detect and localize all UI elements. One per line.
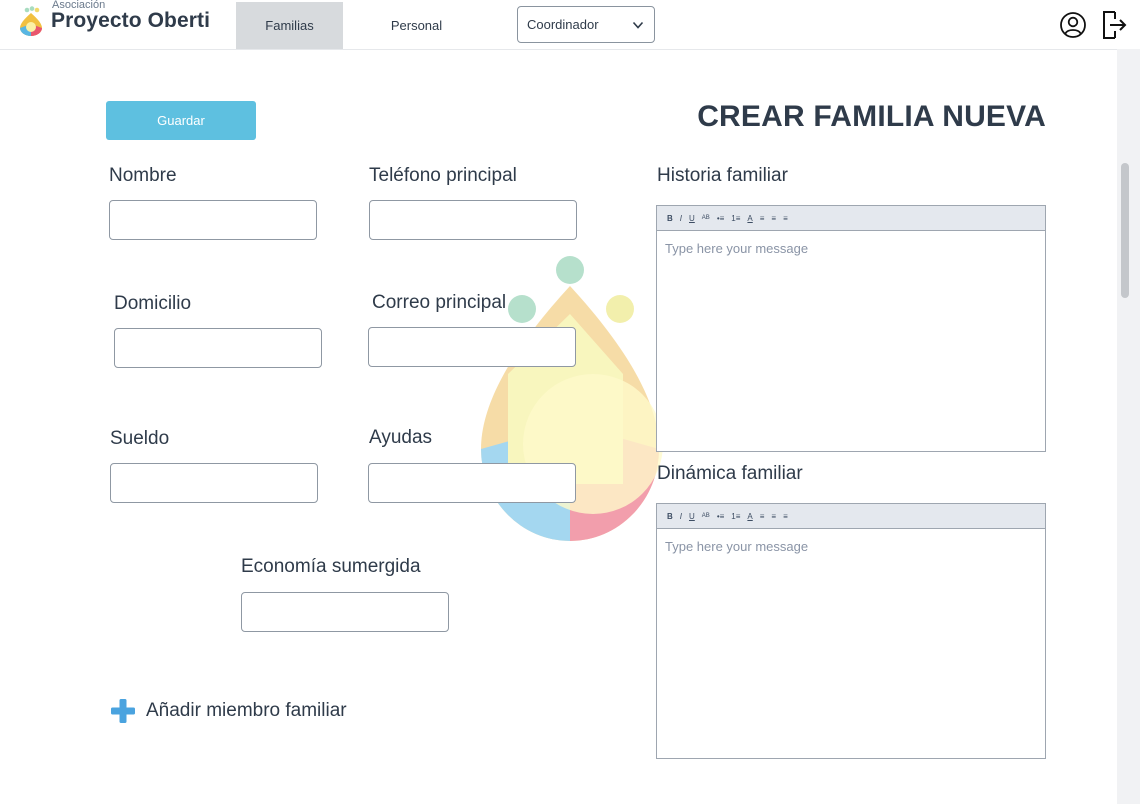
font-color-button[interactable]: A — [747, 512, 752, 521]
align-right-button[interactable]: ≡ — [783, 214, 788, 223]
bold-button[interactable]: B — [667, 214, 673, 223]
font-color-button[interactable]: A — [747, 214, 752, 223]
correo-label: Correo principal — [372, 292, 507, 313]
strikethrough-button[interactable]: AB — [702, 215, 710, 221]
domicilio-input[interactable] — [114, 328, 322, 368]
chevron-down-icon — [632, 21, 644, 29]
ayudas-input[interactable] — [368, 463, 576, 503]
add-member-button[interactable]: Añadir miembro familiar — [110, 698, 347, 724]
logo-drop-icon — [20, 6, 42, 36]
nombre-input[interactable] — [109, 200, 317, 240]
historia-text-area[interactable]: Type here your message — [657, 231, 1045, 452]
nombre-label: Nombre — [109, 165, 177, 186]
historia-placeholder: Type here your message — [665, 241, 809, 256]
underline-button[interactable]: U — [689, 214, 695, 223]
bold-button[interactable]: B — [667, 512, 673, 521]
role-select[interactable]: Coordinador — [517, 6, 655, 43]
historia-label: Historia familiar — [657, 165, 788, 186]
numbered-list-button[interactable]: 1≡ — [731, 512, 740, 521]
dinamica-text-area[interactable]: Type here your message — [657, 529, 1045, 759]
scrollbar-thumb[interactable] — [1121, 163, 1129, 298]
dinamica-placeholder: Type here your message — [665, 539, 809, 554]
telefono-label: Teléfono principal — [369, 165, 517, 186]
save-button[interactable]: Guardar — [106, 101, 256, 140]
align-center-button[interactable]: ≡ — [771, 512, 776, 521]
page-title: CREAR FAMILIA NUEVA — [697, 100, 1046, 133]
align-left-button[interactable]: ≡ — [760, 512, 765, 521]
economia-input[interactable] — [241, 592, 449, 632]
align-center-button[interactable]: ≡ — [771, 214, 776, 223]
bullet-list-button[interactable]: •≡ — [717, 512, 724, 521]
add-member-label: Añadir miembro familiar — [146, 700, 347, 721]
bullet-list-button[interactable]: •≡ — [717, 214, 724, 223]
tab-familias[interactable]: Familias — [236, 2, 343, 49]
italic-button[interactable]: I — [680, 214, 682, 223]
logo-title: Proyecto Oberti — [51, 9, 211, 32]
sueldo-label: Sueldo — [110, 428, 170, 449]
strikethrough-button[interactable]: AB — [702, 513, 710, 519]
ayudas-label: Ayudas — [369, 427, 433, 448]
italic-button[interactable]: I — [680, 512, 682, 521]
economia-label: Economía sumergida — [241, 556, 421, 577]
domicilio-label: Domicilio — [114, 293, 192, 314]
tab-personal[interactable]: Personal — [363, 2, 470, 49]
historia-editor[interactable]: B I U AB •≡ 1≡ A ≡ ≡ ≡ Type here your me… — [656, 205, 1046, 452]
scrollbar-track[interactable] — [1117, 49, 1140, 804]
role-select-value: Coordinador — [527, 17, 599, 32]
numbered-list-button[interactable]: 1≡ — [731, 214, 740, 223]
logout-icon[interactable] — [1101, 9, 1129, 41]
dinamica-label: Dinámica familiar — [657, 463, 803, 484]
dinamica-editor[interactable]: B I U AB •≡ 1≡ A ≡ ≡ ≡ Type here your me… — [656, 503, 1046, 759]
underline-button[interactable]: U — [689, 512, 695, 521]
plus-icon — [111, 699, 135, 723]
top-navigation-bar: Asociación Proyecto Oberti Familias Pers… — [0, 0, 1140, 50]
editor-toolbar: B I U AB •≡ 1≡ A ≡ ≡ ≡ — [657, 206, 1045, 231]
sueldo-input[interactable] — [110, 463, 318, 503]
align-right-button[interactable]: ≡ — [783, 512, 788, 521]
align-left-button[interactable]: ≡ — [760, 214, 765, 223]
telefono-input[interactable] — [369, 200, 577, 240]
user-circle-icon[interactable] — [1059, 11, 1087, 39]
editor-toolbar: B I U AB •≡ 1≡ A ≡ ≡ ≡ — [657, 504, 1045, 529]
correo-input[interactable] — [368, 327, 576, 367]
